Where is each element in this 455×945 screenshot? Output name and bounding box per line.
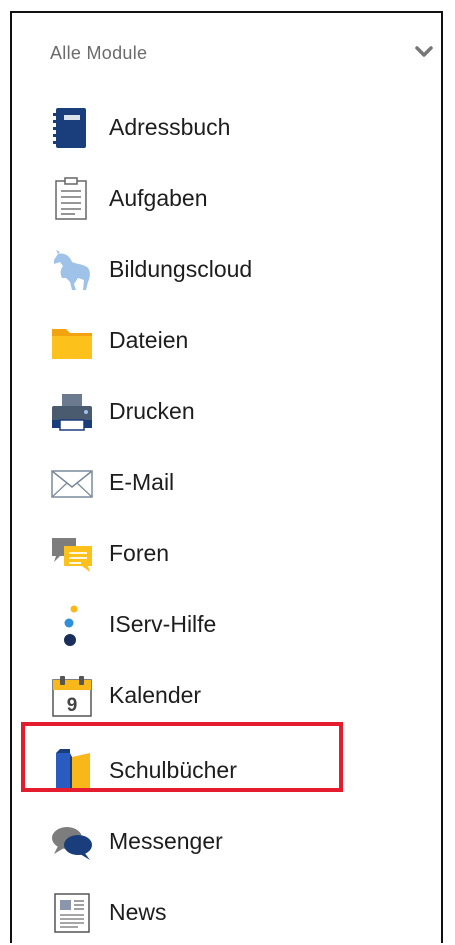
folder-icon — [52, 329, 92, 359]
highlight-box — [21, 722, 343, 792]
module-panel: Alle Module Adressbuch Aufgaben Bildungs… — [10, 11, 443, 943]
module-item-label: Adressbuch — [109, 114, 231, 140]
module-item-messenger[interactable]: Messenger — [12, 807, 441, 873]
module-item-iserv-hilfe[interactable]: IServ-Hilfe — [12, 590, 441, 656]
svg-text:9: 9 — [67, 695, 78, 716]
calendar-icon: 9 — [52, 676, 92, 717]
module-item-aufgaben[interactable]: Aufgaben — [12, 164, 441, 230]
module-item-label: Drucken — [109, 398, 195, 424]
module-header[interactable]: Alle Module — [12, 13, 441, 91]
module-item-label: Aufgaben — [109, 185, 208, 211]
module-item-email[interactable]: E-Mail — [12, 448, 441, 514]
module-item-label: Dateien — [109, 327, 189, 353]
help-dots-icon — [64, 605, 78, 646]
module-item-bildungscloud[interactable]: Bildungscloud — [12, 235, 441, 301]
module-item-label: IServ-Hilfe — [109, 611, 217, 637]
printer-icon — [52, 394, 92, 431]
module-item-label: E-Mail — [109, 469, 175, 495]
clipboard-icon — [55, 177, 87, 220]
newspaper-icon — [54, 893, 90, 933]
module-item-label: Foren — [109, 540, 170, 566]
module-header-title: Alle Module — [50, 43, 148, 63]
module-item-label: Messenger — [109, 828, 223, 854]
module-item-label: Bildungscloud — [109, 256, 253, 282]
chevron-down-icon[interactable] — [413, 41, 435, 63]
module-item-news[interactable]: News — [12, 878, 441, 944]
module-item-drucken[interactable]: Drucken — [12, 377, 441, 443]
module-item-kalender[interactable]: 9 Kalender — [12, 661, 441, 727]
address-book-icon — [53, 108, 86, 148]
module-item-foren[interactable]: Foren — [12, 519, 441, 585]
module-item-dateien[interactable]: Dateien — [12, 306, 441, 372]
module-item-label: News — [109, 899, 167, 925]
module-item-adressbuch[interactable]: Adressbuch — [12, 93, 441, 159]
envelope-icon — [51, 470, 93, 498]
module-item-label: Kalender — [109, 682, 202, 708]
horse-icon — [54, 250, 90, 290]
chat-bubbles-icon — [52, 827, 92, 860]
forum-icon — [52, 538, 92, 572]
